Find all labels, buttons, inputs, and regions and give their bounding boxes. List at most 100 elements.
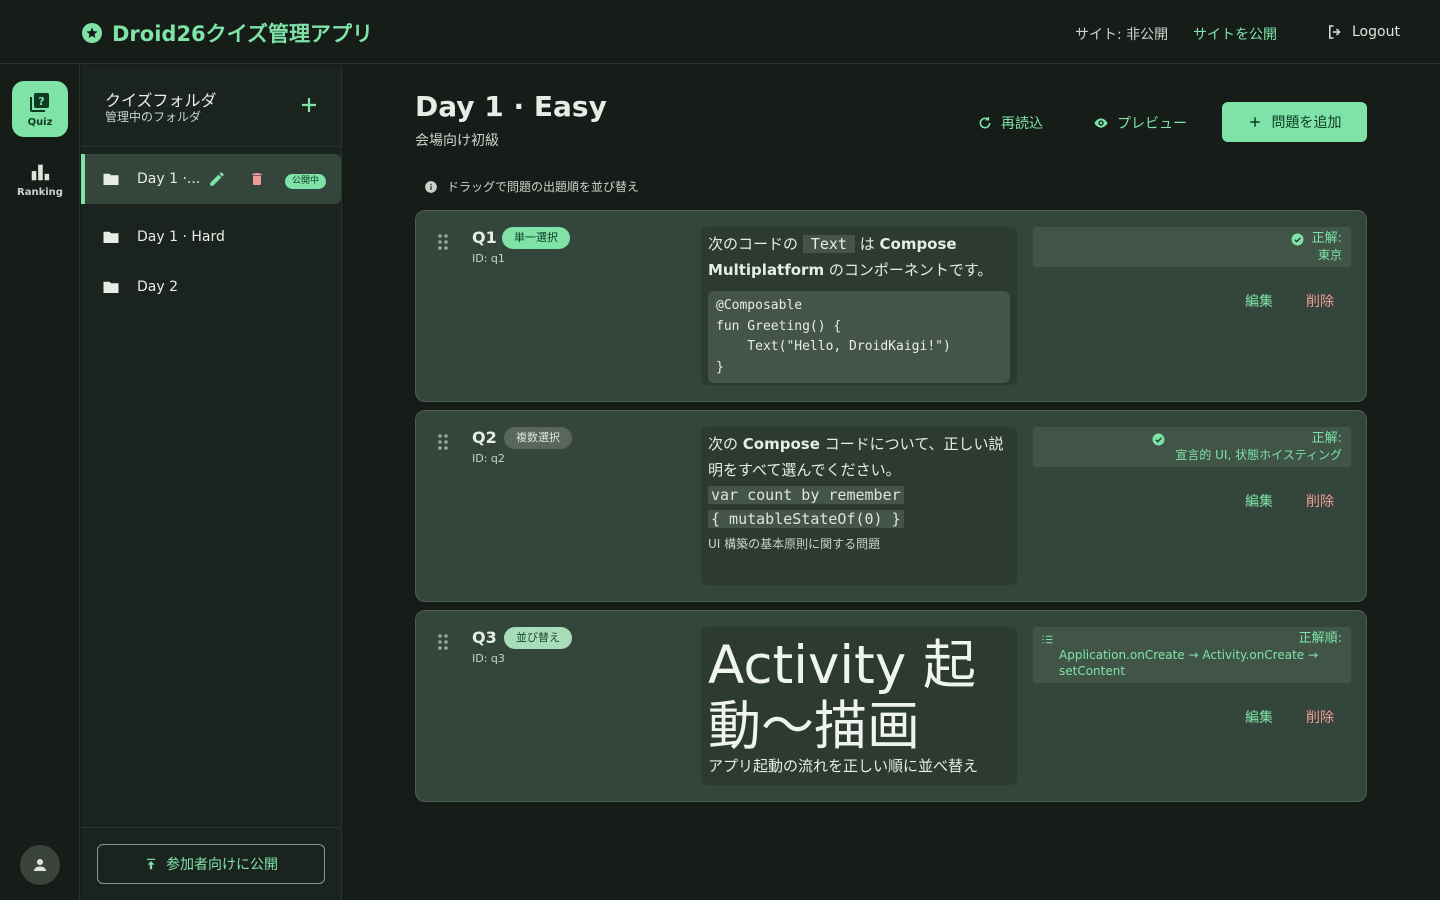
answer-box: 正解: 東京 [1033, 227, 1351, 267]
folder-icon [103, 281, 119, 293]
inline-code-line: var count by remember [708, 486, 904, 504]
site-status: サイト: 非公開 [1075, 27, 1169, 43]
question-text: 次のコードの Text は Compose Multiplatform のコンポ… [708, 231, 1010, 283]
star-badge-icon [82, 23, 102, 43]
reload-label: 再読込 [1001, 116, 1043, 132]
answer-label: 正解: [1311, 431, 1342, 446]
question-card-q1[interactable]: Q1 単一選択 ID: q1 次のコードの Text は Compose Mul… [415, 210, 1367, 402]
rail-ranking-label: Ranking [17, 187, 63, 198]
answer-label: 正解順: [1298, 631, 1342, 646]
page-title: Day 1 · Easy [415, 90, 607, 123]
upload-icon [146, 858, 156, 870]
top-app-bar: Droid26クイズ管理アプリ サイト: 非公開 サイトを公開 Logout [0, 0, 1440, 64]
question-body: Activity 起動～描画 アプリ起動の流れを正しい順に並べ替え [701, 627, 1017, 785]
refresh-icon [979, 117, 991, 129]
delete-question-button[interactable]: 削除 [1306, 491, 1334, 511]
question-text: 次の Compose コードについて、正しい説明をすべて選んでください。 [708, 431, 1010, 483]
code-block: @Composable fun Greeting() { Text("Hello… [708, 291, 1010, 383]
question-card-q3[interactable]: Q3 並び替え ID: q3 Activity 起動～描画 アプリ起動の流れを正… [415, 610, 1367, 802]
folder-name: Day 1 ·... [137, 171, 201, 187]
answer-value: 東京 [1317, 248, 1342, 262]
question-text-part: のコンポーネントです。 [828, 261, 993, 279]
question-body: 次のコードの Text は Compose Multiplatform のコンポ… [701, 227, 1017, 385]
rail-item-ranking[interactable]: Ranking [12, 161, 68, 205]
question-number: Q2 [472, 428, 497, 447]
rail-quiz-label: Quiz [27, 117, 53, 128]
person-icon [34, 859, 46, 871]
question-card-q2[interactable]: Q2 複数選択 ID: q2 次の Compose コードについて、正しい説明を… [415, 410, 1367, 602]
question-type-badge: 複数選択 [504, 427, 572, 449]
eye-icon [1094, 118, 1108, 128]
answer-box: 正解順: Application.onCreate → Activity.onC… [1033, 627, 1351, 683]
folder-icon [103, 173, 119, 185]
preview-label: プレビュー [1117, 116, 1187, 132]
quiz-icon: ? [30, 93, 49, 112]
answer-box: 正解: 宣言的 UI, 状態ホイスティング [1033, 427, 1351, 467]
trash-icon[interactable] [249, 170, 265, 188]
reorder-hint: ドラッグで問題の出題順を並び替え [424, 178, 639, 195]
question-number: Q1 [472, 228, 497, 247]
question-text-part: は [859, 235, 875, 253]
folder-name: Day 2 [137, 279, 179, 295]
delete-question-button[interactable]: 削除 [1306, 707, 1334, 727]
folder-panel: クイズフォルダ 管理中のフォルダ Day 1 ·... 公開中 Day 1 · … [81, 65, 342, 900]
drag-handle-icon[interactable] [437, 233, 449, 251]
check-circle-icon [1152, 433, 1165, 446]
question-text-bold: Compose [742, 435, 820, 453]
svg-text:?: ? [38, 95, 44, 108]
question-body: 次の Compose コードについて、正しい説明をすべて選んでください。 var… [701, 427, 1017, 585]
question-text-part: 次のコードの [708, 235, 799, 253]
published-badge: 公開中 [285, 174, 327, 189]
add-folder-icon[interactable] [297, 93, 321, 117]
inline-code-block: var count by remember { mutableStateOf(0… [708, 483, 1010, 531]
question-heading: Activity 起動～描画 [708, 635, 977, 757]
page-subtitle: 会場向け初級 [415, 133, 499, 149]
list-order-icon [1042, 635, 1053, 644]
logout-label: Logout [1352, 24, 1400, 40]
preview-button[interactable]: プレビュー [1093, 113, 1187, 133]
publish-to-participants-button[interactable]: 参加者向けに公開 [97, 844, 325, 884]
folder-icon [103, 231, 119, 243]
inline-code: Text [802, 235, 855, 253]
delete-question-button[interactable]: 削除 [1306, 291, 1334, 311]
add-question-button[interactable]: 問題を追加 [1222, 102, 1367, 142]
add-question-label: 問題を追加 [1271, 115, 1342, 131]
question-id: ID: q2 [472, 452, 505, 465]
folder-panel-subtitle: 管理中のフォルダ [105, 110, 202, 124]
info-icon [425, 180, 437, 193]
logout-icon [1329, 25, 1341, 39]
question-id: ID: q3 [472, 652, 505, 665]
drag-handle-icon[interactable] [437, 633, 449, 651]
edit-question-button[interactable]: 編集 [1245, 291, 1273, 311]
logout-button[interactable]: Logout [1326, 23, 1400, 41]
plus-icon [1249, 117, 1260, 127]
edit-question-button[interactable]: 編集 [1245, 707, 1273, 727]
navigation-rail: ? Quiz Ranking [0, 65, 80, 900]
question-id: ID: q1 [472, 252, 505, 265]
app-title-text: Droid26クイズ管理アプリ [112, 22, 374, 46]
publish-to-participants-label: 参加者向けに公開 [166, 856, 278, 872]
rail-item-quiz[interactable]: ? Quiz [12, 81, 68, 137]
question-type-badge: 単一選択 [502, 227, 570, 249]
check-circle-icon [1291, 233, 1304, 246]
app-title: Droid26クイズ管理アプリ [80, 18, 373, 48]
question-type-badge: 並び替え [504, 627, 572, 649]
folder-item-day2[interactable]: Day 2 [81, 262, 341, 312]
folder-item-day1-easy[interactable]: Day 1 ·... 公開中 [81, 154, 341, 204]
drag-handle-icon[interactable] [437, 433, 449, 451]
answer-value: 宣言的 UI, 状態ホイスティング [1175, 448, 1342, 462]
answer-value: Application.onCreate → Activity.onCreate… [1059, 648, 1319, 678]
folder-name: Day 1 · Hard [137, 229, 225, 245]
user-avatar[interactable] [20, 845, 60, 885]
question-text-part: 次の [708, 435, 739, 453]
edit-question-button[interactable]: 編集 [1245, 491, 1273, 511]
publish-site-button[interactable]: サイトを公開 [1193, 24, 1277, 44]
reload-button[interactable]: 再読込 [977, 113, 1043, 133]
question-description: アプリ起動の流れを正しい順に並べ替え [708, 757, 979, 775]
reorder-hint-text: ドラッグで問題の出題順を並び替え [447, 180, 640, 194]
folder-item-day1-hard[interactable]: Day 1 · Hard [81, 212, 341, 262]
inline-code-line: { mutableStateOf(0) } [708, 510, 904, 528]
bar-chart-icon [31, 164, 50, 181]
question-number: Q3 [472, 628, 497, 647]
edit-pencil-icon[interactable] [208, 170, 226, 188]
